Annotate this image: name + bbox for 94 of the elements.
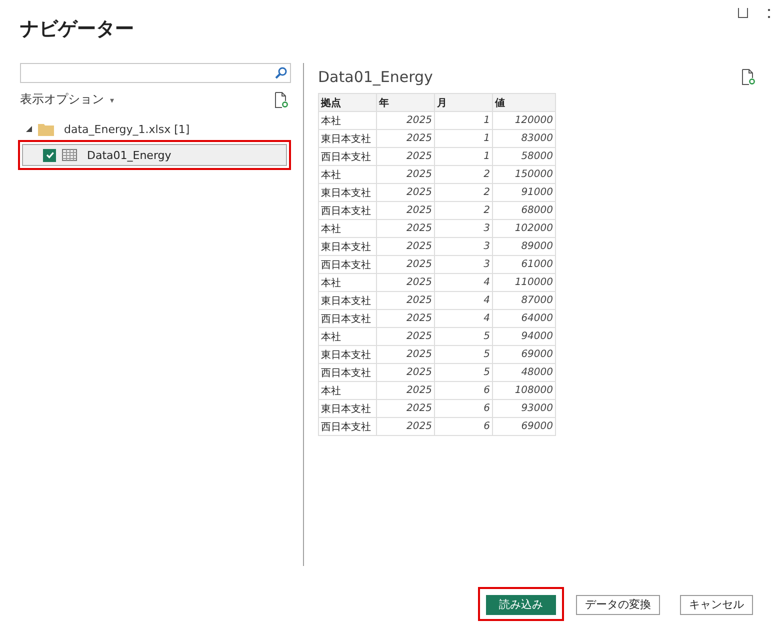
table-cell: 本社 [318, 220, 376, 238]
table-cell: 68000 [492, 202, 556, 220]
table-cell: 1 [434, 130, 492, 148]
table-cell: 2025 [376, 202, 434, 220]
table-cell: 西日本支社 [318, 256, 376, 274]
table-cell: 東日本支社 [318, 292, 376, 310]
checkbox[interactable] [43, 148, 56, 162]
search-field[interactable] [20, 63, 291, 83]
table-cell: 西日本支社 [318, 364, 376, 382]
table-cell: 150000 [492, 166, 556, 184]
table-cell: 2025 [376, 148, 434, 166]
table-cell: 83000 [492, 130, 556, 148]
column-header: 拠点 [318, 94, 376, 112]
table-cell: 91000 [492, 184, 556, 202]
dialog-button[interactable]: データの変換 [576, 594, 660, 614]
table-cell: 69000 [492, 346, 556, 364]
table-cell: 東日本支社 [318, 184, 376, 202]
folder-icon [38, 122, 54, 136]
table-cell: 東日本支社 [318, 238, 376, 256]
table-cell: 本社 [318, 274, 376, 292]
table-cell: 東日本支社 [318, 400, 376, 418]
table-cell: 110000 [492, 274, 556, 292]
table-cell: 93000 [492, 400, 556, 418]
expand-arrow-icon[interactable] [26, 126, 32, 132]
table-cell: 東日本支社 [318, 346, 376, 364]
table-cell: 5 [434, 328, 492, 346]
table-cell: 2025 [376, 382, 434, 400]
table-cell: 108000 [492, 382, 556, 400]
table-cell: 2 [434, 184, 492, 202]
table-cell: 西日本支社 [318, 310, 376, 328]
window-title: ナビゲーター [20, 17, 135, 42]
table-cell: 2025 [376, 112, 434, 130]
table-cell: 2025 [376, 364, 434, 382]
table-cell: 本社 [318, 112, 376, 130]
table-cell: 本社 [318, 382, 376, 400]
load-button[interactable]: 読み込み [486, 594, 556, 614]
table-cell: 2025 [376, 274, 434, 292]
dialog-button[interactable]: キャンセル [680, 594, 753, 614]
refresh-file-icon[interactable] [275, 92, 288, 108]
table-cell: 2025 [376, 346, 434, 364]
table-cell: 69000 [492, 418, 556, 436]
table-cell: 87000 [492, 292, 556, 310]
display-options-dropdown[interactable]: 表示オプション ▾ [20, 91, 114, 108]
column-header: 月 [434, 94, 492, 112]
maximize-icon[interactable] [738, 8, 748, 18]
table-cell: 西日本支社 [318, 418, 376, 436]
table-cell: 2025 [376, 310, 434, 328]
tree-item[interactable]: Data01_Energy [22, 144, 287, 166]
table-cell: 本社 [318, 328, 376, 346]
table-icon [62, 149, 77, 161]
table-cell: 64000 [492, 310, 556, 328]
table-cell: 1 [434, 112, 492, 130]
table-cell: 4 [434, 274, 492, 292]
table-cell: 2025 [376, 400, 434, 418]
search-icon [275, 67, 287, 79]
table-cell: 4 [434, 292, 492, 310]
column-header: 値 [492, 94, 556, 112]
table-cell: 3 [434, 220, 492, 238]
table-cell: 西日本支社 [318, 202, 376, 220]
table-cell: 1 [434, 148, 492, 166]
table-cell: 5 [434, 364, 492, 382]
table-cell: 6 [434, 418, 492, 436]
table-cell: 本社 [318, 166, 376, 184]
tree-item[interactable]: data_Energy_1.xlsx [1] [64, 122, 190, 136]
table-cell: 5 [434, 346, 492, 364]
table-cell: 6 [434, 382, 492, 400]
table-cell: 89000 [492, 238, 556, 256]
table-cell: 120000 [492, 112, 556, 130]
table-cell: 西日本支社 [318, 148, 376, 166]
table-cell: 2025 [376, 238, 434, 256]
table-cell: 東日本支社 [318, 130, 376, 148]
table-cell: 2025 [376, 166, 434, 184]
table-cell: 4 [434, 310, 492, 328]
checkmark-icon [44, 150, 54, 160]
table-cell: 3 [434, 238, 492, 256]
table-cell: 2025 [376, 328, 434, 346]
table-cell: 2025 [376, 184, 434, 202]
preview-title: Data01_Energy [318, 68, 433, 86]
table-cell: 2025 [376, 220, 434, 238]
table-cell: 61000 [492, 256, 556, 274]
table-cell: 3 [434, 256, 492, 274]
refresh-file-icon[interactable] [742, 69, 755, 85]
table-cell: 2 [434, 166, 492, 184]
table-cell: 102000 [492, 220, 556, 238]
table-cell: 58000 [492, 148, 556, 166]
table-cell: 2025 [376, 292, 434, 310]
table-cell: 2025 [376, 256, 434, 274]
table-cell: 2025 [376, 130, 434, 148]
table-cell: 48000 [492, 364, 556, 382]
table-cell: 2 [434, 202, 492, 220]
table-cell: 94000 [492, 328, 556, 346]
table-cell: 6 [434, 400, 492, 418]
table-cell: 2025 [376, 418, 434, 436]
column-header: 年 [376, 94, 434, 112]
